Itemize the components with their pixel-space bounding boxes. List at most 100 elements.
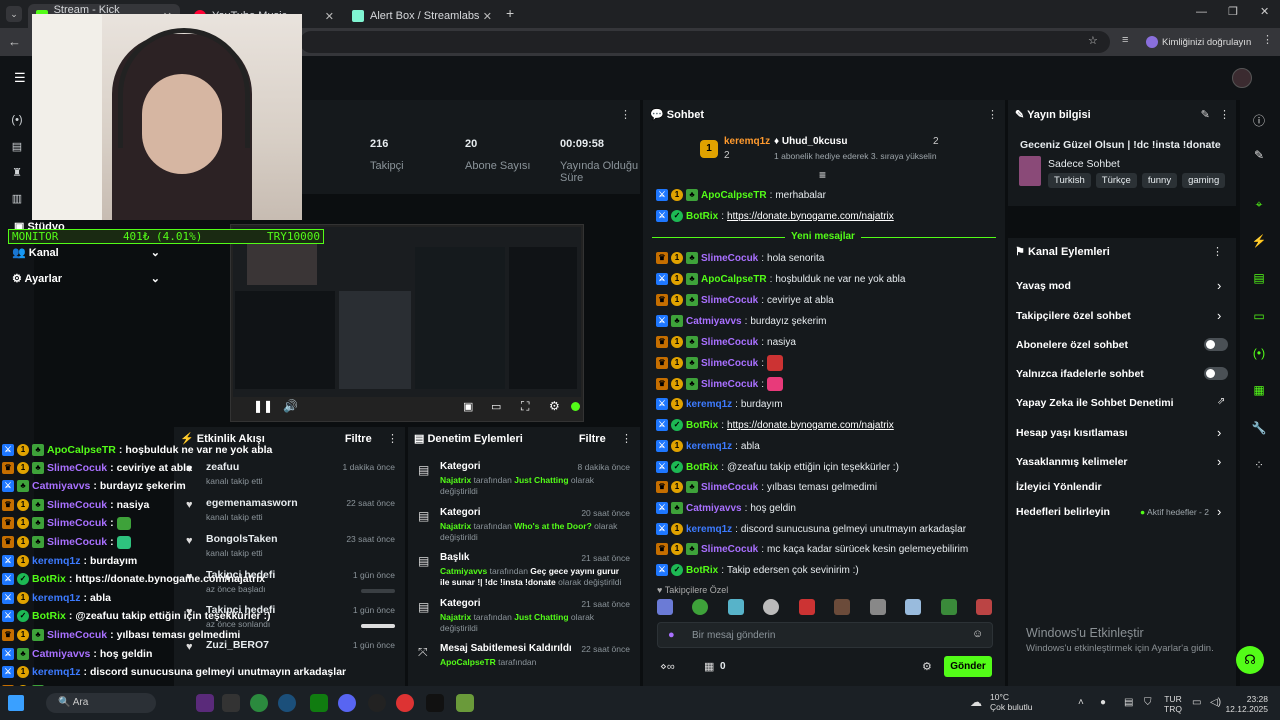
chat-username[interactable]: ApoCalpseTR [701,190,767,201]
info-icon[interactable]: ⓘ [1250,112,1268,129]
chart-icon[interactable]: ▥ [10,192,24,205]
xbox-icon[interactable] [310,694,328,712]
menu-dots-icon[interactable]: ⋮ [1219,109,1230,121]
store-icon[interactable]: ▦ [704,660,714,673]
tray-icon[interactable]: ⛉ [1144,697,1152,708]
tray-icon[interactable]: ● [1100,697,1106,708]
steam-icon[interactable] [278,694,296,712]
chat-username[interactable]: Catmiyavvs [686,503,742,514]
dashboard-icon[interactable]: ▤ [10,140,24,153]
chat-text[interactable]: https://donate.bynogame.com/najatrix [727,211,894,222]
user-avatar[interactable] [1232,68,1252,88]
apps-icon[interactable]: ⁘ [1250,458,1268,472]
chat-text[interactable]: https://donate.bynogame.com/najatrix [727,420,894,431]
tab-streamlabs[interactable]: Alert Box / Streamlabs ✕ [344,4,500,28]
channel-nav-item[interactable]: 👥 Kanal ⌄ [12,246,160,259]
chevron-right-icon[interactable]: › [1217,278,1221,293]
tab-list-button[interactable]: ⌄ [6,6,22,22]
support-button[interactable]: ☊ [1236,646,1264,674]
network-icon[interactable]: ▭ [1192,697,1201,708]
taskbar-search[interactable]: 🔍 Ara [46,693,156,713]
hamburger-menu-icon[interactable]: ☰ [14,70,26,86]
emote-icon[interactable] [905,599,922,615]
chat-message[interactable]: ♛ 1 ♣ SlimeCocuk: yılbası teması gelmedimi [656,478,877,496]
menu-dots-icon[interactable]: ⋮ [620,108,631,121]
external-link-icon[interactable]: ⇗ [1217,396,1225,407]
chat-username[interactable]: BotRix [686,211,718,222]
pencil-icon[interactable]: ✎ [1250,148,1268,162]
broadcast-icon[interactable]: (•) [10,114,24,126]
menu-dots-icon[interactable]: ⋮ [987,108,998,121]
moderation-item[interactable]: ▤ Başlık 21 saat önce Catmiyavvs tarafından… [418,552,632,594]
chat-username[interactable]: Catmiyavvs [686,316,742,327]
chat-message[interactable]: ⚔ 1 ♣ ApoCalpseTR: hoşbulduk ne var ne yok a… [656,270,905,288]
stream-preview[interactable]: ❚❚ 🔊 ▣ ▭ ⛶ ⚙ [230,224,584,422]
edit-icon[interactable]: ✎ [1201,109,1210,121]
settings-icon[interactable]: ⚙ [549,399,560,413]
chat-message[interactable]: ♛ 1 ♣ SlimeCocuk: mc kaça kadar sürücek kesi… [656,540,968,558]
moderation-item[interactable]: ▤ Kategori 8 dakika önce Najatrix tarafında… [418,461,632,503]
chat-username[interactable]: keremq1z [686,524,732,535]
settings-nav-item[interactable]: ⚙ Ayarlar ⌄ [12,272,160,285]
lightning-icon[interactable]: ⚡ [1250,234,1268,248]
target-icon[interactable]: ⌖ [1250,197,1268,212]
maximize-button[interactable]: ❐ [1228,5,1238,18]
chat-message[interactable]: ♛ 1 ♣ SlimeCocuk: [656,354,784,372]
tray-chevron-icon[interactable]: ˄ [1078,697,1084,708]
wrench-icon[interactable]: 🔧 [1250,421,1268,435]
discord-icon[interactable] [338,694,356,712]
document-icon[interactable]: ▤ [1250,271,1268,285]
menu-dots-icon[interactable]: ⋮ [1262,33,1273,46]
banned-words-item[interactable]: Yasaklanmış kelimeler [1016,456,1128,468]
chat-username[interactable]: BotRix [686,462,718,473]
chrome-icon[interactable] [250,694,268,712]
menu-dots-icon[interactable]: ⋮ [387,433,398,445]
chevron-right-icon[interactable]: › [1217,425,1221,440]
emote-icon[interactable] [692,599,709,615]
emote-icon[interactable] [763,599,780,615]
microphone-icon[interactable]: ● [668,629,675,641]
broadcast-icon[interactable]: (•) [1250,346,1268,360]
chat-username[interactable]: ApoCalpseTR [701,274,767,285]
emote-icon[interactable] [834,599,851,615]
obs-icon[interactable] [368,694,386,712]
chat-message[interactable]: ⚔ 1 ♣ ApoCalpseTR: merhabalar [656,186,826,204]
tray-icon[interactable]: ▤ [1124,697,1133,708]
reward-icon[interactable]: ⋄∞ [660,660,675,673]
chevron-right-icon[interactable]: › [1217,454,1221,469]
chat-username[interactable]: SlimeCocuk [701,358,758,369]
slow-mode-item[interactable]: Yavaş mod [1016,280,1071,292]
epic-games-icon[interactable] [222,694,240,712]
account-age-item[interactable]: Hesap yaşı kısıtlaması [1016,427,1128,439]
pinned-toggle-icon[interactable]: ≡ [819,168,826,182]
emotes-only-toggle[interactable] [1204,367,1228,380]
chat-username[interactable]: SlimeCocuk [701,482,758,493]
set-goals-item[interactable]: Hedefleri belirleyin [1016,506,1110,518]
chat-username[interactable]: SlimeCocuk [701,379,758,390]
chat-username[interactable]: BotRix [686,565,718,576]
chat-input[interactable]: ● Bir mesaj gönderin ☺ [657,622,993,648]
trophy-icon[interactable]: ♜ [10,166,24,179]
reading-list-icon[interactable]: ≡ [1122,34,1128,46]
chat-message[interactable]: ⚔ ✓ BotRix: https://donate.bynogame.com/naj… [656,416,894,434]
chat-message[interactable]: ⚔ 1 keremq1z: abla [656,437,760,455]
pause-icon[interactable]: ❚❚ [253,399,273,413]
moderation-actor[interactable]: Najatrix [440,475,471,485]
chat-message[interactable]: ⚔ ✓ BotRix: https://donate.bynogame.com/naj… [656,207,894,225]
chat-message[interactable]: ⚔ ✓ BotRix: @zeafuu takip ettiğin için teşe… [656,458,899,476]
ai-moderation-item[interactable]: Yapay Zeka ile Sohbet Denetimi [1016,397,1174,409]
moderation-actor[interactable]: ApoCalpseTR [440,657,496,667]
subscribers-only-toggle[interactable] [1204,338,1228,351]
emote-icon[interactable] [975,599,992,615]
moderation-item[interactable]: ▤ Kategori 21 saat önce Najatrix tarafından… [418,598,632,640]
menu-dots-icon[interactable]: ⋮ [1212,245,1223,258]
language-indicator[interactable]: TUR TRQ [1164,694,1182,714]
filter-button[interactable]: Filtre [345,433,372,445]
url-field[interactable] [300,31,1110,53]
chat-message[interactable]: ♛ 1 ♣ SlimeCocuk: ceviriye at abla [656,291,834,309]
close-icon[interactable]: ✕ [483,10,492,23]
chat-icon[interactable]: ▭ [1250,309,1268,323]
fullscreen-icon[interactable]: ⛶ [521,399,529,414]
activity-item[interactable]: ♥ egemenamasworn kanalı takip etti 22 saat … [184,495,399,529]
capcut-icon[interactable] [426,694,444,712]
